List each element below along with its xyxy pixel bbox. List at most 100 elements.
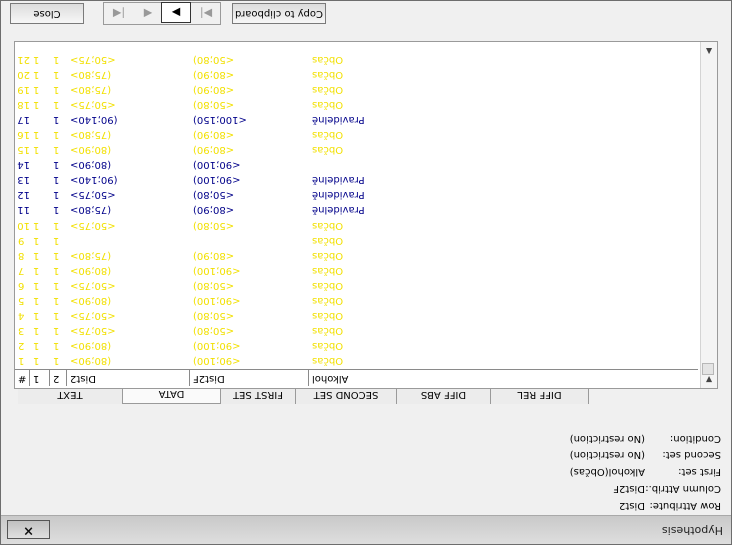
grid-header: # 1 2 Dist2 Dist2F Alkohol <box>14 369 698 386</box>
scroll-up-arrow-icon[interactable]: ▲ <box>704 46 714 56</box>
skip-first-icon[interactable]: |◀ <box>105 4 133 23</box>
cell-alkohol: Občas <box>312 249 344 261</box>
table-row[interactable]: 11 1 (75;80> <80;90) Pravidelně <box>15 203 698 218</box>
scroll-down-arrow-icon[interactable]: ▼ <box>704 374 714 384</box>
cell-col2: 1 <box>53 204 60 216</box>
cell-id: 6 <box>18 279 25 291</box>
scroll-thumb[interactable] <box>702 363 714 375</box>
cell-dist2f: <90;100) <box>193 159 241 171</box>
table-row[interactable]: 10 1 1 <50;75> <50;80) Občas <box>15 218 698 233</box>
cell-col2: 1 <box>53 234 60 246</box>
table-row[interactable]: 7 1 1 (80;90> <90;100) Občas <box>15 263 698 278</box>
next-icon[interactable]: ▶ <box>161 2 191 23</box>
window-close-button[interactable]: × <box>7 520 50 539</box>
cell-alkohol: Občas <box>312 234 344 246</box>
cell-col1 <box>33 157 50 172</box>
cell-col1: 1 <box>33 234 40 246</box>
table-row[interactable]: 20 1 1 (75;80> <80;90) Občas <box>15 67 698 82</box>
header-col1[interactable]: 1 <box>29 370 50 386</box>
cell-alkohol: Pravidelně <box>312 189 365 201</box>
cell-dist2f <box>193 233 309 248</box>
info-second-set: Second set: (No restriction) <box>569 449 721 460</box>
cell-alkohol: Občas <box>312 219 344 231</box>
record-navigator: ▶| ▶ ◀ |◀ <box>103 2 221 25</box>
cell-id: 3 <box>18 324 25 336</box>
cell-dist2: (80;90> <box>70 294 112 306</box>
header-alkohol[interactable]: Alkohol <box>308 370 429 386</box>
close-button[interactable]: Close <box>10 3 84 24</box>
header-dist2f[interactable]: Dist2F <box>189 370 309 386</box>
table-row[interactable]: 19 1 1 (75;80> <80;90) Občas <box>15 82 698 97</box>
table-row[interactable]: 9 1 1 Občas <box>15 233 698 248</box>
table-row[interactable]: 16 1 1 (75;80> <80;90) Občas <box>15 127 698 142</box>
hypothesis-window: Hypothesis × Row Attribute: Dist2 Column… <box>0 0 732 545</box>
info-column-attribute: Column Attrib.: Dist2F <box>613 483 721 494</box>
table-row[interactable]: 2 1 1 (80;90> <90;100) Občas <box>15 338 698 353</box>
cell-dist2f: <100;150) <box>193 114 247 126</box>
cell-col1: 1 <box>33 355 40 366</box>
cell-dist2f: <80;90) <box>193 84 235 96</box>
cell-id: 17 <box>17 114 30 126</box>
table-row[interactable]: 12 1 <50;75> <50;80) Pravidelně <box>15 187 698 202</box>
table-row[interactable]: 18 1 1 <50;75> <50;80) Občas <box>15 97 698 112</box>
cell-alkohol: Občas <box>312 355 344 366</box>
table-row[interactable]: 6 1 1 <50;75> <50;80) Občas <box>15 278 698 293</box>
cell-dist2f: <90;100) <box>193 174 241 186</box>
cell-id: 18 <box>17 99 30 111</box>
grid-scrollbar[interactable]: ▼ ▲ <box>700 42 717 388</box>
cell-dist2: <50;75> <box>70 99 116 111</box>
header-dist2[interactable]: Dist2 <box>66 370 190 386</box>
header-id[interactable]: # <box>14 370 30 386</box>
cell-dist2f: <80;90) <box>193 129 235 141</box>
cell-dist2: (80;90> <box>70 159 112 171</box>
cell-dist2f: <50;80) <box>193 309 235 321</box>
table-row[interactable]: 4 1 1 <50;75> <50;80) Občas <box>15 308 698 323</box>
table-row[interactable]: 14 1 (80;90> <90;100) <box>15 157 698 172</box>
cell-alkohol: Občas <box>312 309 344 321</box>
table-row[interactable]: 21 1 1 <50;75> <50;80) Občas <box>15 52 698 67</box>
cell-dist2f: <50;80) <box>193 54 235 65</box>
table-row[interactable]: 17 1 (90;140> <100;150) Pravidelně <box>15 112 698 127</box>
cell-id: 8 <box>18 249 25 261</box>
cell-dist2: (75;80> <box>70 249 112 261</box>
cell-dist2f: <90;100) <box>193 339 241 351</box>
cell-id: 14 <box>17 159 30 171</box>
prev-icon[interactable]: ◀ <box>134 4 162 23</box>
table-row[interactable]: 1 1 1 (80;90> <90;100) Občas <box>15 353 698 368</box>
cell-col1: 1 <box>33 69 40 81</box>
cell-dist2: (80;90> <box>70 339 112 351</box>
table-row[interactable]: 8 1 1 (75;80> <80;90) Občas <box>15 248 698 263</box>
cell-col1 <box>33 172 50 187</box>
cell-id: 13 <box>17 174 30 186</box>
cell-dist2f: <80;90) <box>193 249 235 261</box>
cell-dist2f: <50;80) <box>193 279 235 291</box>
table-row[interactable]: 3 1 1 <50;75> <50;80) Občas <box>15 323 698 338</box>
hypothesis-info: Row Attribute: Dist2 Column Attrib.: Dis… <box>461 421 721 511</box>
cell-col2: 1 <box>53 144 60 156</box>
cell-dist2: (80;90> <box>70 264 112 276</box>
copy-to-clipboard-button[interactable]: Copy to clipboard <box>232 3 326 24</box>
cell-col2: 1 <box>53 264 60 276</box>
cell-dist2: <50;75> <box>70 189 116 201</box>
toolbar: Copy to clipboard ▶| ▶ ◀ |◀ Close <box>1 0 731 28</box>
cell-id: 7 <box>18 264 25 276</box>
cell-col2: 1 <box>53 324 60 336</box>
header-col2[interactable]: 2 <box>49 370 67 386</box>
cell-dist2f: <80;90) <box>193 69 235 81</box>
cell-alkohol: Občas <box>312 339 344 351</box>
cell-col2: 1 <box>53 189 60 201</box>
table-row[interactable]: 13 1 (90;140> <90;100) Pravidelně <box>15 172 698 187</box>
table-row[interactable]: 5 1 1 (80;90> <90;100) Občas <box>15 293 698 308</box>
cell-alkohol: Občas <box>312 279 344 291</box>
skip-last-icon[interactable]: ▶| <box>192 4 220 23</box>
cell-dist2: (75;80> <box>70 84 112 96</box>
cell-id: 5 <box>18 294 25 306</box>
cell-col1: 1 <box>33 264 40 276</box>
cell-dist2: <50;75> <box>70 219 116 231</box>
cell-dist2: (90;140> <box>70 114 118 126</box>
cell-id: 12 <box>17 189 30 201</box>
cell-dist2f: <90;100) <box>193 355 241 366</box>
cell-id: 20 <box>17 69 30 81</box>
cell-id: 10 <box>17 219 30 231</box>
table-row[interactable]: 15 1 1 (80;90> <80;90) Občas <box>15 142 698 157</box>
